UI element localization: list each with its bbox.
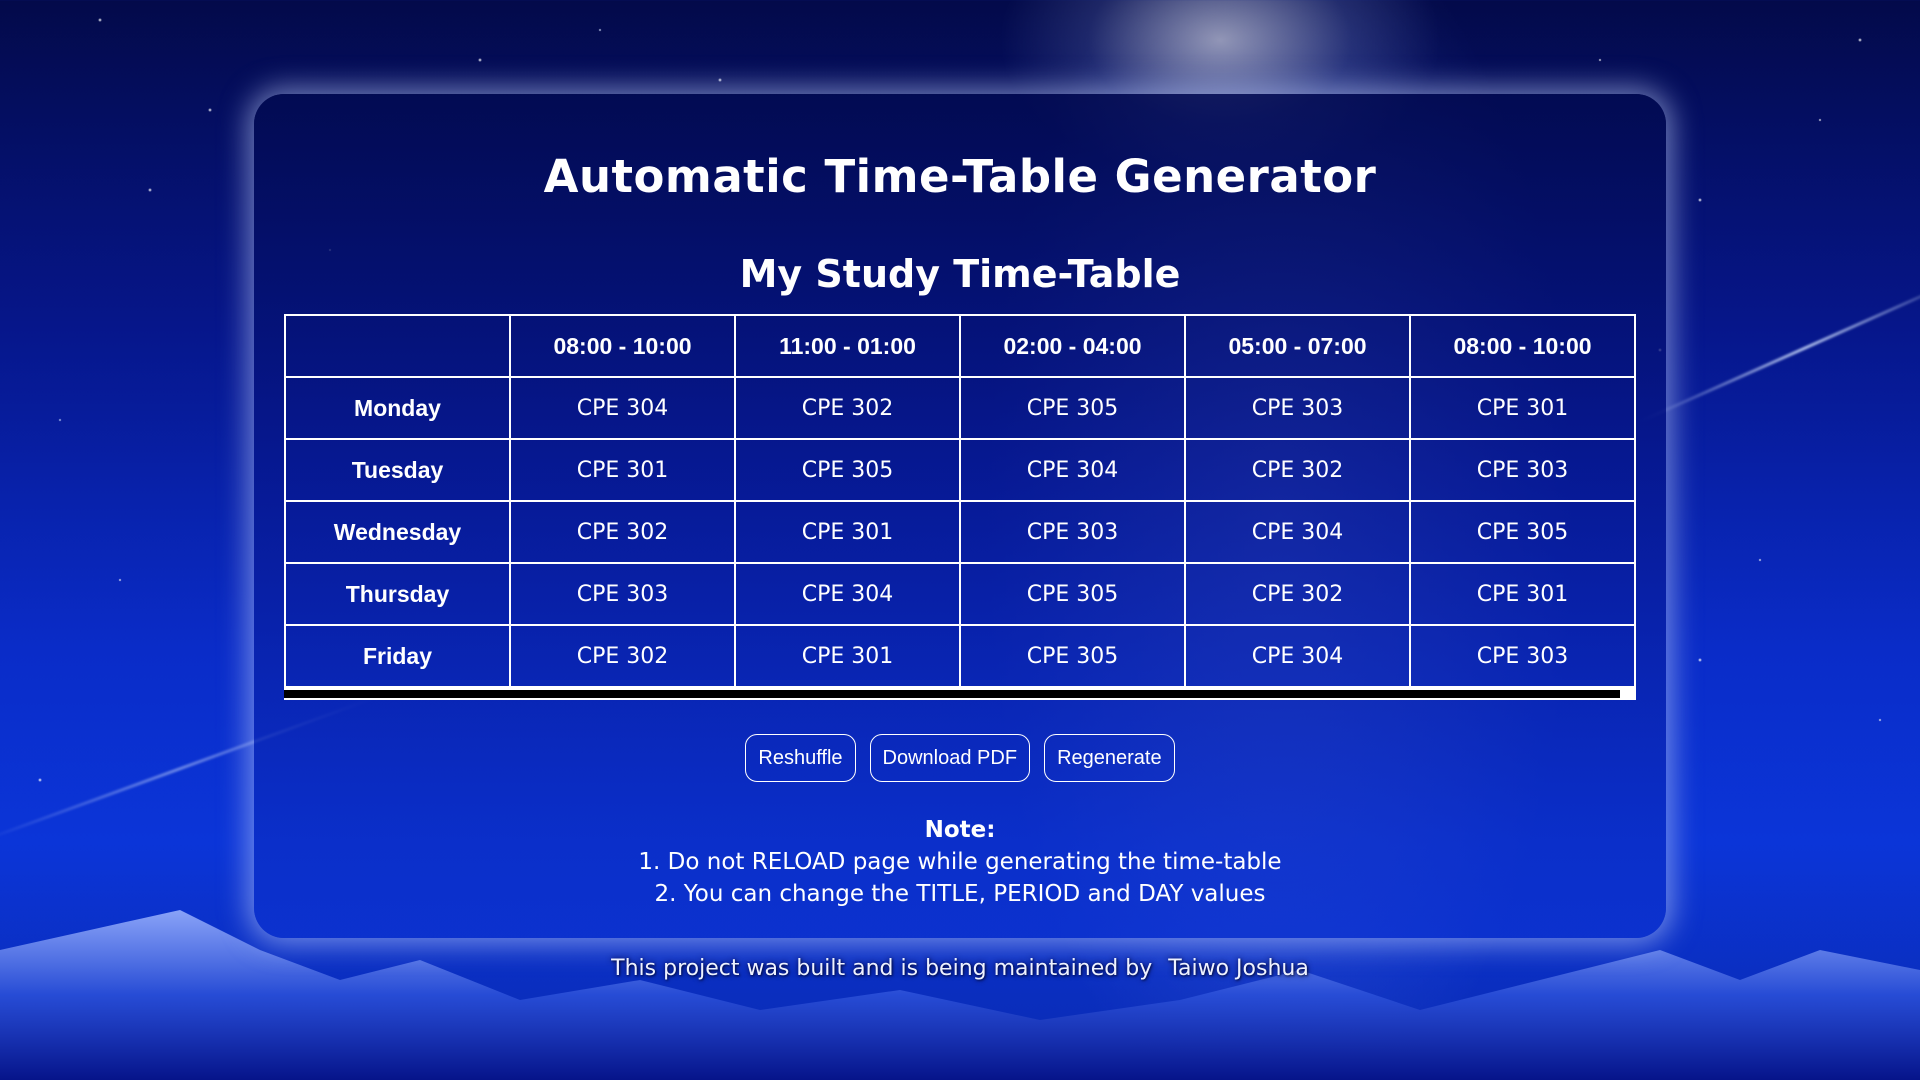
note-line: 1. Do not RELOAD page while generating t… (638, 849, 1282, 875)
course-cell: CPE 301 (734, 624, 961, 688)
table-row: Tuesday CPE 301 CPE 305 CPE 304 CPE 302 … (284, 438, 1636, 502)
course-cell: CPE 303 (1184, 376, 1411, 440)
table-header-row: 08:00 - 10:00 11:00 - 01:00 02:00 - 04:0… (284, 314, 1636, 378)
course-cell: CPE 305 (959, 624, 1186, 688)
period-header[interactable]: 02:00 - 04:00 (959, 314, 1186, 378)
corner-cell (284, 314, 511, 378)
table-row: Friday CPE 302 CPE 301 CPE 305 CPE 304 C… (284, 624, 1636, 688)
timetable-scroll-container[interactable]: 08:00 - 10:00 11:00 - 01:00 02:00 - 04:0… (284, 314, 1636, 700)
course-cell: CPE 304 (509, 376, 736, 440)
course-cell: CPE 305 (1409, 500, 1636, 564)
table-row: Monday CPE 304 CPE 302 CPE 305 CPE 303 C… (284, 376, 1636, 440)
day-cell[interactable]: Tuesday (284, 438, 511, 502)
table-row: Wednesday CPE 302 CPE 301 CPE 303 CPE 30… (284, 500, 1636, 564)
action-buttons: Reshuffle Download PDF Regenerate (254, 734, 1666, 782)
course-cell: CPE 302 (1184, 562, 1411, 626)
regenerate-button[interactable]: Regenerate (1044, 734, 1175, 782)
course-cell: CPE 304 (734, 562, 961, 626)
day-cell[interactable]: Friday (284, 624, 511, 688)
period-header[interactable]: 11:00 - 01:00 (734, 314, 961, 378)
scrollbar-thumb[interactable] (284, 690, 1620, 698)
course-cell: CPE 303 (509, 562, 736, 626)
day-cell[interactable]: Wednesday (284, 500, 511, 564)
author-link[interactable]: Taiwo Joshua (1168, 956, 1309, 981)
course-cell: CPE 305 (959, 376, 1186, 440)
course-cell: CPE 304 (959, 438, 1186, 502)
day-cell[interactable]: Thursday (284, 562, 511, 626)
app-title: Automatic Time-Table Generator (543, 150, 1377, 203)
course-cell: CPE 302 (509, 500, 736, 564)
horizontal-scrollbar[interactable] (284, 688, 1636, 700)
timetable-card: Automatic Time-Table Generator My Study … (254, 94, 1666, 938)
footer-text: This project was built and is being main… (611, 956, 1153, 981)
note-title: Note: (924, 817, 996, 843)
course-cell: CPE 305 (959, 562, 1186, 626)
download-pdf-button[interactable]: Download PDF (869, 734, 1031, 782)
footer: This project was built and is being main… (0, 956, 1920, 981)
course-cell: CPE 301 (734, 500, 961, 564)
course-cell: CPE 303 (1409, 438, 1636, 502)
course-cell: CPE 302 (734, 376, 961, 440)
course-cell: CPE 301 (509, 438, 736, 502)
course-cell: CPE 303 (1409, 624, 1636, 688)
note-line: 2. You can change the TITLE, PERIOD and … (654, 881, 1266, 907)
note-section: Note: 1. Do not RELOAD page while genera… (254, 814, 1666, 910)
course-cell: CPE 304 (1184, 500, 1411, 564)
course-cell: CPE 301 (1409, 376, 1636, 440)
course-cell: CPE 305 (734, 438, 961, 502)
day-cell[interactable]: Monday (284, 376, 511, 440)
reshuffle-button[interactable]: Reshuffle (745, 734, 856, 782)
period-header[interactable]: 05:00 - 07:00 (1184, 314, 1411, 378)
course-cell: CPE 303 (959, 500, 1186, 564)
period-header[interactable]: 08:00 - 10:00 (1409, 314, 1636, 378)
table-row: Thursday CPE 303 CPE 304 CPE 305 CPE 302… (284, 562, 1636, 626)
course-cell: CPE 301 (1409, 562, 1636, 626)
course-cell: CPE 302 (1184, 438, 1411, 502)
course-cell: CPE 302 (509, 624, 736, 688)
timetable: 08:00 - 10:00 11:00 - 01:00 02:00 - 04:0… (284, 314, 1636, 688)
period-header[interactable]: 08:00 - 10:00 (509, 314, 736, 378)
course-cell: CPE 304 (1184, 624, 1411, 688)
shooting-star (1639, 273, 1920, 423)
table-title[interactable]: My Study Time-Table (254, 252, 1666, 296)
